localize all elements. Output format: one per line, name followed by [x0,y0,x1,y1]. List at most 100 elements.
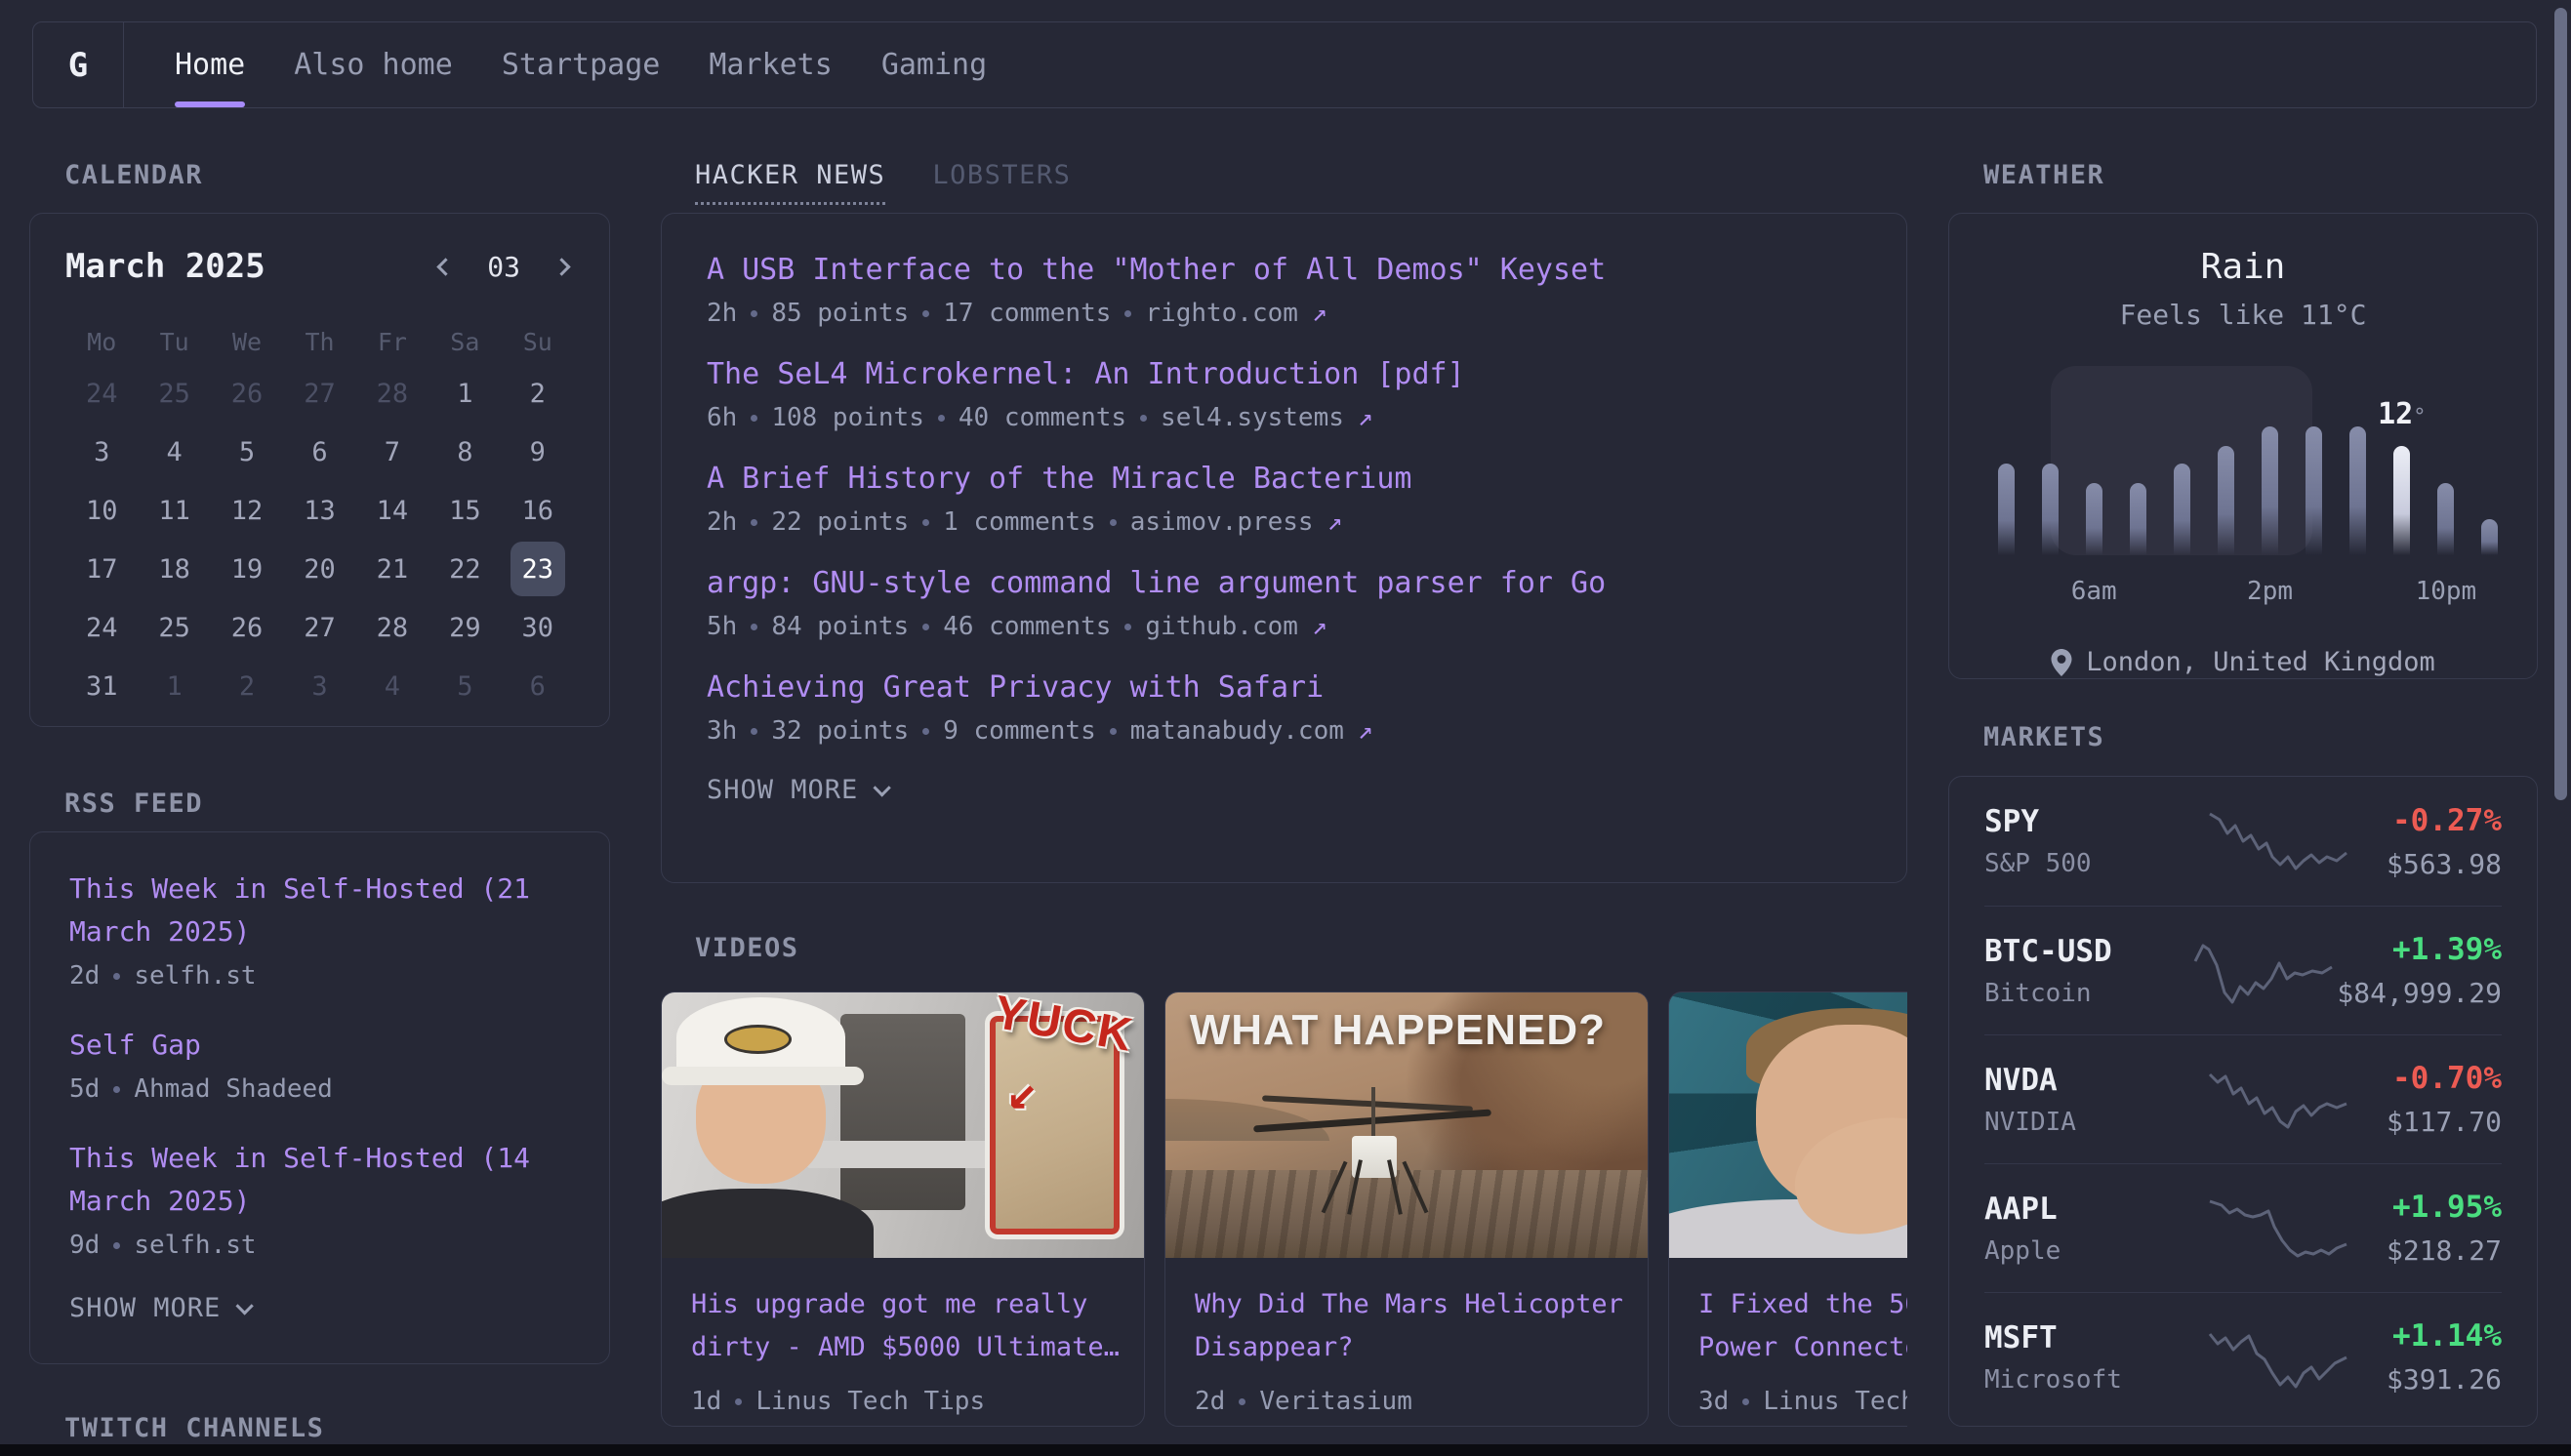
market-row-spy[interactable]: SPYS&P 500-0.27%$563.98 [1984,777,2502,906]
rss-item-title[interactable]: This Week in Self-Hosted (14 March 2025) [69,1137,570,1223]
news-item-title[interactable]: A USB Interface to the "Mother of All De… [707,253,1861,287]
rss-item-title[interactable]: Self Gap [69,1024,570,1067]
news-item-age: 6h [707,403,737,432]
thumb-overlay-text: WHAT HAPPENED? [1190,1006,1606,1055]
external-link-icon: ↗ [1327,507,1343,537]
twitch-section-title: TWITCH CHANNELS [64,1413,324,1443]
calendar-day-cell: 7 [356,423,428,481]
rss-item: Self Gap5dAhmad Shadeed [69,1024,570,1104]
calendar-weekday-label: Tu [138,319,210,364]
calendar-day-cell: 5 [428,657,501,715]
nav-tab-startpage[interactable]: Startpage [502,22,661,107]
page-scrollbar-thumb[interactable] [2554,8,2567,800]
calendar-day-cell: 25 [138,364,210,423]
weather-bar [2306,426,2322,555]
video-title[interactable]: I Fixed the 5090 [1698,1283,1907,1326]
news-item-source[interactable]: github.com [1145,612,1298,641]
rss-item-source: selfh.st [134,1231,256,1260]
market-row-btc-usd[interactable]: BTC-USDBitcoin+1.39%$84,999.29 [1984,906,2502,1034]
calendar-day-cell: 1 [428,364,501,423]
calendar-day-cell: 10 [65,481,138,540]
news-item-comments: 46 comments [943,612,1111,641]
news-show-more-button[interactable]: SHOW MORE [707,775,1861,805]
weather-bar [2174,464,2190,555]
tab-lobsters[interactable]: LOBSTERS [932,160,1071,205]
rss-item-title[interactable]: This Week in Self-Hosted (21 March 2025) [69,868,570,953]
news-item-title[interactable]: argp: GNU-style command line argument pa… [707,566,1861,600]
news-item-title[interactable]: A Brief History of the Miracle Bacterium [707,462,1861,496]
calendar-day-cell: 21 [356,540,428,598]
thumb-helicopter-part [1371,1087,1375,1136]
meta-dot-icon [751,415,757,422]
thumb-pc-shape [840,1014,965,1210]
calendar-day-cell: 4 [138,423,210,481]
calendar-weekday-label: Th [283,319,355,364]
video-channel: Veritasium [1259,1387,1412,1416]
video-thumbnail[interactable]: DOTHT [1669,992,1907,1258]
news-item-age: 3h [707,716,737,746]
news-item-meta: 5h84 points46 commentsgithub.com↗ [707,612,1861,641]
market-row-msft[interactable]: MSFTMicrosoft+1.14%$391.26 [1984,1292,2502,1421]
calendar-weekday-label: Su [502,319,574,364]
rss-item-meta: 2dselfh.st [69,961,570,991]
weather-bar [2086,483,2102,555]
calendar-day-cell: 23 [502,540,574,598]
thumb-hat-logo-shape [724,1025,792,1054]
rss-show-more-label: SHOW MORE [69,1293,221,1323]
rss-items: This Week in Self-Hosted (21 March 2025)… [69,868,570,1260]
weather-bar [2262,426,2278,555]
market-row-nvda[interactable]: NVDANVIDIA-0.70%$117.70 [1984,1034,2502,1163]
video-thumbnail[interactable]: YUCK↙ [662,992,1144,1258]
meta-dot-icon [751,728,757,735]
video-thumbnail[interactable]: WHAT HAPPENED? [1165,992,1648,1258]
calendar-weekday-label: Fr [356,319,428,364]
video-card[interactable]: DOTHT I Fixed the 5090Power Connector 3dLi… [1668,991,1907,1427]
calendar-day-cell: 18 [138,540,210,598]
nav-tab-gaming[interactable]: Gaming [881,22,987,107]
news-item-meta: 3h32 points9 commentsmatanabudy.com↗ [707,716,1861,746]
video-card[interactable]: YUCK↙ His upgrade got me reallydirty - AM… [661,991,1145,1427]
market-name: Bitcoin [1984,979,2155,1008]
nav-tab-markets[interactable]: Markets [709,22,832,107]
calendar-day-cell: 5 [211,423,283,481]
calendar-day-cell: 6 [283,423,355,481]
news-item-source[interactable]: matanabudy.com [1130,716,1344,746]
news-item-source[interactable]: righto.com [1145,299,1298,328]
market-change: +1.95% [2387,1190,2502,1225]
rss-item-age: 2d [69,961,100,991]
rss-show-more-button[interactable]: SHOW MORE [69,1293,570,1323]
news-item-source[interactable]: sel4.systems [1161,403,1344,432]
video-title[interactable]: His upgrade got me really [691,1283,1115,1326]
external-link-icon: ↗ [1358,716,1373,746]
meta-dot-icon [1239,1398,1245,1405]
video-title[interactable]: Why Did The Mars Helicopter [1195,1283,1618,1326]
video-title[interactable]: dirty - AMD $5000 Ultimate… [691,1326,1115,1369]
video-title[interactable]: Disappear? [1195,1326,1618,1369]
external-link-icon: ↗ [1358,403,1373,432]
calendar-month-number: 03 [487,251,520,283]
chevron-down-icon [874,779,891,796]
market-change: -0.70% [2387,1061,2502,1096]
meta-dot-icon [751,310,757,317]
news-item-points: 85 points [771,299,909,328]
nav-tab-also-home[interactable]: Also home [294,22,453,107]
video-card[interactable]: WHAT HAPPENED? Why Did The Mars Helicopte… [1164,991,1649,1427]
calendar-prev-button[interactable] [433,255,458,279]
news-item-points: 32 points [771,716,909,746]
video-meta: 3dLinus Tech Tips [1698,1387,1907,1416]
news-item: A Brief History of the Miracle Bacterium… [707,462,1861,537]
video-title[interactable]: Power Connector [1698,1326,1907,1369]
rss-item-age: 9d [69,1231,100,1260]
market-row-aapl[interactable]: AAPLApple+1.95%$218.27 [1984,1163,2502,1292]
video-caption: I Fixed the 5090Power Connector 3dLinus T… [1669,1258,1907,1416]
market-change: -0.27% [2387,803,2502,838]
news-item-title[interactable]: The SeL4 Microkernel: An Introduction [p… [707,357,1861,391]
news-item-title[interactable]: Achieving Great Privacy with Safari [707,670,1861,705]
news-item-source[interactable]: asimov.press [1130,507,1314,537]
nav-tab-home[interactable]: Home [175,22,245,107]
chevron-down-icon [236,1297,254,1314]
app-logo[interactable]: G [33,22,124,107]
calendar-next-button[interactable] [550,255,574,279]
calendar-day-cell: 12 [211,481,283,540]
tab-hacker-news[interactable]: HACKER NEWS [695,160,885,205]
